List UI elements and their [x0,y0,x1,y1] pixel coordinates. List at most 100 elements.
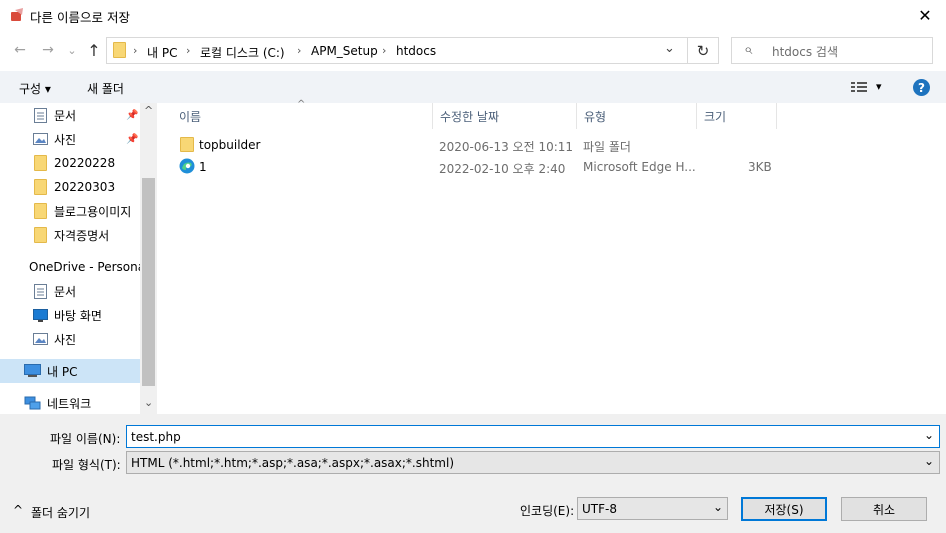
folder-icon [113,42,126,58]
sidebar-item-folder[interactable]: 20220303 [0,175,140,199]
save-dialog-icon [11,8,23,21]
sidebar-item-label: OneDrive - Persona [29,260,140,274]
recent-locations-button[interactable]: ⌄ [62,40,82,60]
pin-icon: 📌 [126,109,139,121]
chevron-up-icon[interactable]: ^ [13,503,23,517]
document-icon [34,283,47,299]
sidebar-item-folder[interactable]: 블로그용이미지 [0,199,140,223]
scroll-thumb[interactable] [142,178,155,386]
scroll-up-arrow[interactable]: ^ [144,104,153,117]
sidebar-item-pictures[interactable]: 사진 [0,327,140,351]
encoding-dropdown-icon[interactable]: ⌄ [713,500,723,514]
navigation-pane: 문서 📌 사진 📌 20220228 20220303 블로그용이미지 자격증명… [0,103,157,414]
window-title: 다른 이름으로 저장 [30,10,130,25]
filetype-value: HTML (*.html;*.htm;*.asp;*.asa;*.aspx;*.… [131,455,455,470]
network-icon [24,396,41,409]
folder-icon [34,227,47,243]
up-button[interactable]: ↑ [84,40,104,60]
picture-icon [33,133,48,145]
forward-button[interactable]: → [38,40,58,60]
refresh-icon: ↻ [696,41,710,60]
organize-menu[interactable]: 구성 ▾ [19,80,51,97]
search-icon: ⌕ [744,40,753,58]
close-icon: ✕ [918,5,932,25]
breadcrumb-htdocs[interactable]: htdocs [396,44,436,58]
sidebar-item-label: 바탕 화면 [54,308,102,323]
back-button[interactable]: ← [10,40,30,60]
encoding-value: UTF-8 [582,501,617,516]
column-header-type[interactable]: 유형 [577,103,697,129]
sidebar-item-documents[interactable]: 문서 📌 [0,103,140,127]
column-header-size[interactable]: 크기 [697,103,777,129]
sidebar-item-folder[interactable]: 자격증명서 [0,223,140,247]
file-name: topbuilder [199,138,261,152]
file-size: 3KB [748,160,772,174]
breadcrumb-this-pc[interactable]: 내 PC [147,44,177,61]
encoding-select[interactable]: UTF-8 [577,497,728,520]
column-label: 수정한 날짜 [440,109,500,124]
file-type: 파일 폴더 [583,140,631,154]
cancel-button[interactable]: 취소 [841,497,927,521]
sidebar-item-folder[interactable]: 20220228 [0,151,140,175]
picture-icon [33,333,48,345]
scroll-down-arrow[interactable]: ⌄ [144,396,153,409]
column-header-name[interactable]: 이름 [172,103,433,129]
breadcrumb-separator[interactable]: › [297,44,301,57]
document-icon [34,107,47,123]
sidebar-item-desktop[interactable]: 바탕 화면 [0,303,140,327]
filename-dropdown-icon[interactable]: ⌄ [924,428,934,442]
folder-icon [180,137,194,152]
back-arrow-icon: ← [14,42,26,58]
address-dropdown-icon[interactable]: ⌄ [664,41,675,56]
sidebar-item-label: 자격증명서 [54,228,110,243]
forward-arrow-icon: → [42,42,54,58]
save-button[interactable]: 저장(S) [741,497,827,521]
breadcrumb-separator[interactable]: › [186,44,190,57]
toolbar [0,71,946,103]
column-label: 유형 [584,109,607,124]
help-icon: ? [918,80,925,95]
sidebar-item-label: 사진 [54,132,77,147]
encoding-label: 인코딩(E): [520,504,575,518]
title-bar: 다른 이름으로 저장 ✕ [0,0,946,31]
hide-folders-button[interactable]: 폴더 숨기기 [31,504,90,521]
pin-icon: 📌 [126,133,139,145]
refresh-button[interactable]: ↻ [688,37,719,64]
sidebar-item-label: 블로그용이미지 [54,204,132,219]
edge-icon [179,158,195,174]
sidebar-item-label: 내 PC [47,364,78,379]
sidebar-item-onedrive[interactable]: OneDrive - Persona [0,255,140,279]
file-date: 2022-02-10 오후 2:40 [439,162,566,176]
sidebar-item-label: 문서 [54,108,77,123]
filename-label: 파일 이름(N): [50,432,121,446]
folder-icon [34,203,47,219]
sidebar-item-label: 사진 [54,332,77,347]
filename-input[interactable]: test.php [126,425,940,448]
filetype-select[interactable]: HTML (*.html;*.htm;*.asp;*.asa;*.aspx;*.… [126,451,940,474]
breadcrumb-apm-setup[interactable]: APM_Setup [311,44,378,58]
new-folder-button[interactable]: 새 폴더 [87,80,124,97]
filename-value: test.php [131,429,181,444]
sidebar-item-pictures[interactable]: 사진 📌 [0,127,140,151]
sidebar-item-network[interactable]: 네트워크 [0,391,140,414]
cancel-button-label: 취소 [872,502,896,517]
breadcrumb-separator[interactable]: › [382,44,386,57]
sidebar-item-label: 네트워크 [47,396,92,411]
folder-icon [34,179,47,195]
breadcrumb-separator[interactable]: › [133,44,137,57]
filetype-label: 파일 형식(T): [52,458,121,472]
file-name: 1 [199,160,207,174]
file-type: Microsoft Edge H... [583,160,696,174]
help-button[interactable]: ? [913,79,930,96]
desktop-icon [33,308,48,322]
close-button[interactable]: ✕ [912,3,938,27]
sidebar-item-documents[interactable]: 문서 [0,279,140,303]
column-header-date[interactable]: 수정한 날짜 [433,103,577,129]
column-label: 이름 [179,109,202,124]
filetype-dropdown-icon[interactable]: ⌄ [924,454,934,468]
view-options-icon[interactable] [851,81,867,93]
view-dropdown-icon[interactable]: ▾ [876,80,882,93]
folder-icon [34,155,47,171]
sidebar-item-this-pc[interactable]: 내 PC [0,359,140,383]
breadcrumb-local-disk[interactable]: 로컬 디스크 (C:) [200,44,285,61]
